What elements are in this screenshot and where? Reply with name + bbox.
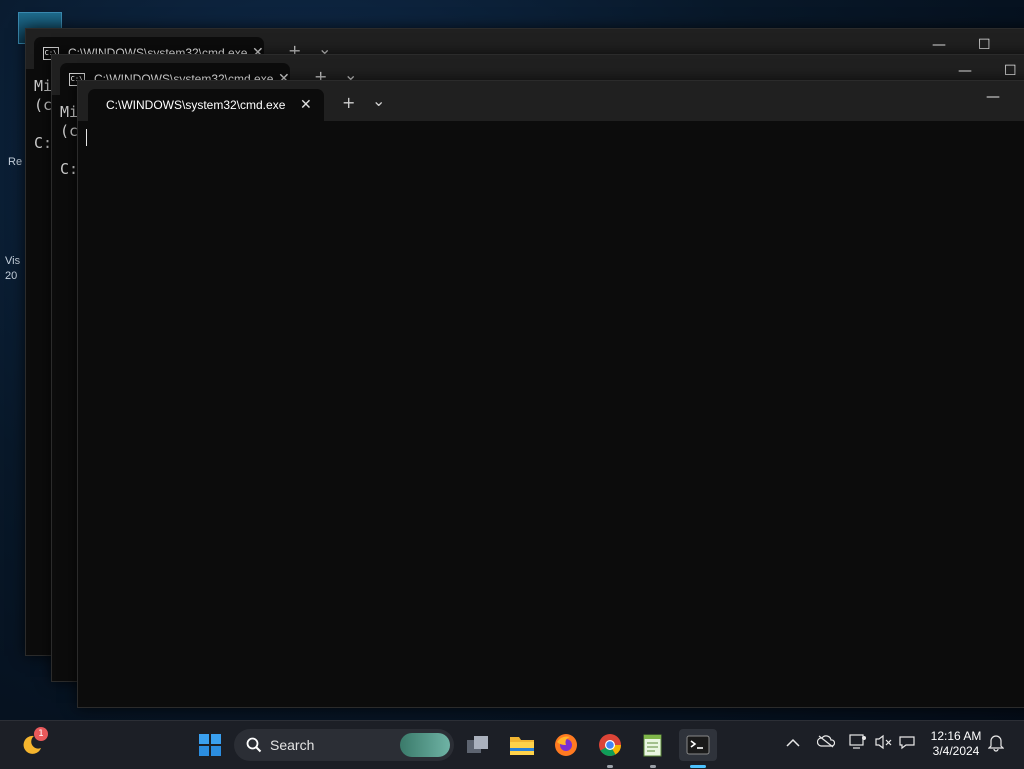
console-line: (c	[60, 122, 79, 140]
tab-cmd[interactable]: C:\WINDOWS\system32\cmd.exe ✕	[88, 89, 324, 121]
show-hidden-icons-button[interactable]	[786, 734, 800, 752]
console-line: C:	[60, 160, 79, 178]
title-bar[interactable]: C:\WINDOWS\system32\cmd.exe ✕ + ⌄ —	[78, 81, 1024, 121]
notepad-icon	[643, 734, 662, 757]
onedrive-button[interactable]	[816, 734, 836, 752]
firefox-icon	[555, 734, 577, 756]
console-output[interactable]: Mi (c C:	[34, 77, 52, 153]
start-icon	[199, 734, 221, 756]
console-line: Mi	[60, 103, 79, 121]
desktop-label: Re	[8, 156, 23, 168]
console-line: (c	[34, 96, 53, 114]
network-button[interactable]	[849, 734, 867, 754]
chrome-button[interactable]	[594, 729, 626, 768]
minimize-button[interactable]: —	[986, 89, 1000, 105]
file-explorer-button[interactable]	[506, 729, 538, 761]
maximize-button[interactable]: ☐	[1004, 63, 1017, 79]
terminal-icon	[686, 735, 710, 755]
terminal-button[interactable]	[679, 729, 717, 768]
text-cursor	[86, 129, 87, 146]
clock-time: 12:16 AM	[930, 729, 982, 743]
weather-widget[interactable]: 1	[16, 727, 48, 761]
firefox-button[interactable]	[550, 729, 582, 761]
start-button[interactable]	[194, 729, 226, 761]
console-line: Mi	[34, 77, 53, 95]
minimize-button[interactable]: —	[958, 63, 972, 79]
terminal-window-front[interactable]: C:\WINDOWS\system32\cmd.exe ✕ + ⌄ —	[77, 80, 1024, 708]
task-view-icon	[467, 736, 488, 753]
onedrive-icon	[816, 735, 836, 748]
search-icon	[246, 737, 262, 753]
search-box[interactable]: Search	[234, 729, 454, 761]
notifications-button[interactable]	[987, 734, 1005, 756]
search-highlight-image	[400, 733, 450, 757]
file-explorer-icon	[510, 737, 534, 755]
copilot-button[interactable]	[898, 734, 916, 754]
console-line: C:	[34, 134, 53, 152]
network-icon	[849, 734, 866, 749]
chrome-icon	[599, 734, 621, 756]
volume-icon	[875, 734, 892, 750]
clock[interactable]: 12:16 AM 3/4/2024	[924, 729, 988, 759]
desktop-label: 20	[5, 270, 18, 282]
chevron-up-icon	[786, 738, 800, 747]
task-view-button[interactable]	[462, 729, 494, 761]
notepad-button[interactable]	[637, 729, 669, 768]
close-tab-button[interactable]: ✕	[300, 97, 312, 113]
volume-button[interactable]	[875, 734, 893, 754]
tab-dropdown-button[interactable]: ⌄	[372, 91, 385, 110]
clock-date: 3/4/2024	[932, 744, 980, 758]
taskbar: 1 Search 12:16 AM 3/4/2024	[0, 720, 1024, 769]
notification-bell-icon	[987, 735, 1005, 752]
maximize-button[interactable]: ☐	[978, 37, 991, 53]
desktop-label: Vis	[5, 255, 21, 267]
tab-title: C:\WINDOWS\system32\cmd.exe	[106, 98, 286, 112]
console-output[interactable]: Mi (c C:	[60, 103, 78, 179]
new-tab-button[interactable]: +	[342, 93, 355, 112]
weather-badge: 1	[34, 727, 48, 741]
search-placeholder: Search	[270, 737, 315, 753]
minimize-button[interactable]: —	[932, 37, 946, 53]
copilot-icon	[899, 736, 915, 750]
